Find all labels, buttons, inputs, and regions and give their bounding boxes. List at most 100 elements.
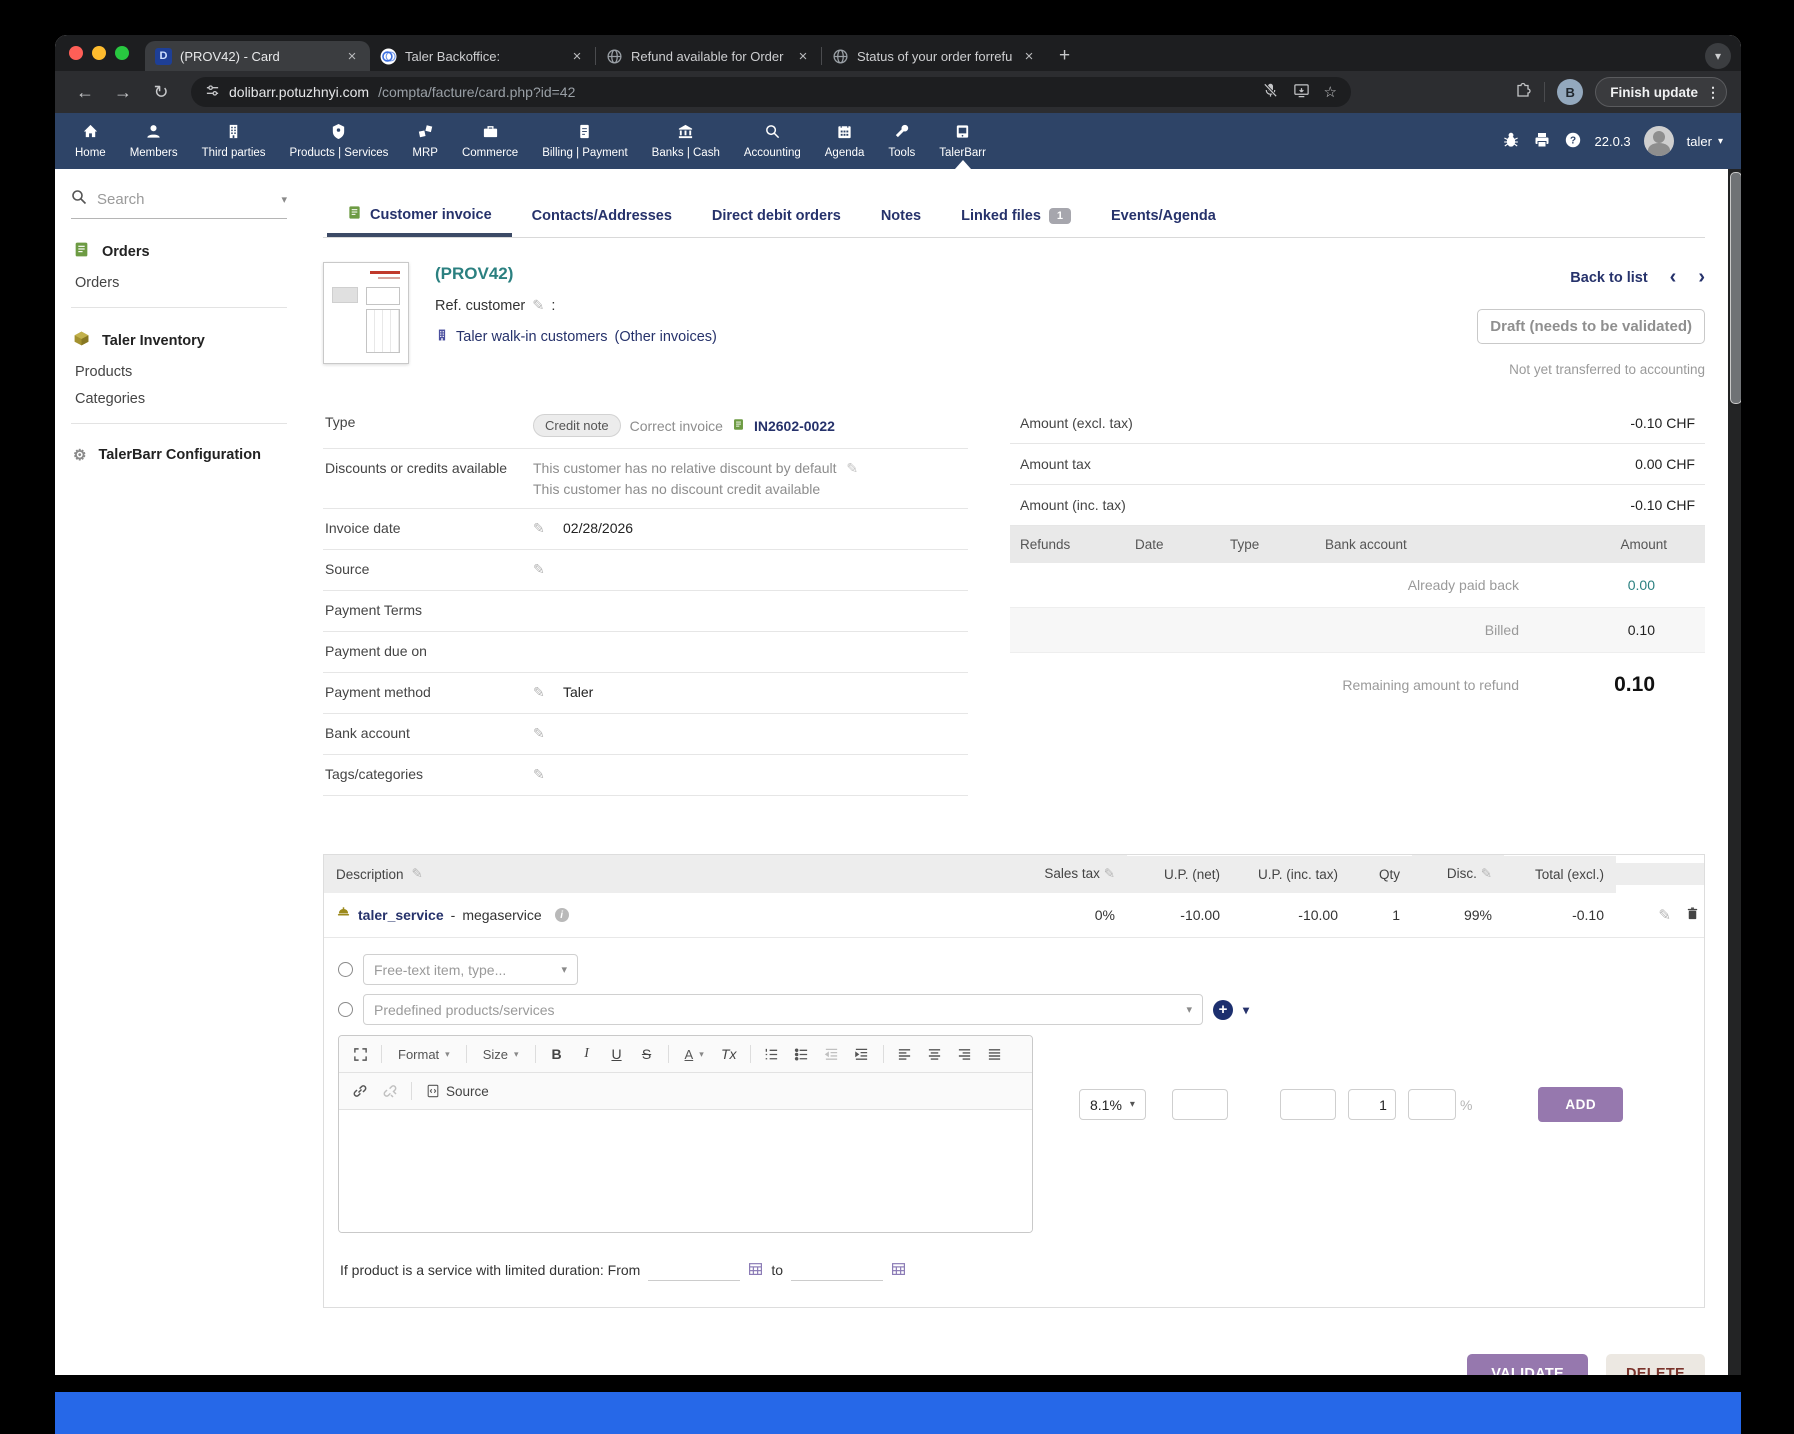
edit-pencil-icon[interactable]: ✎ [533, 684, 563, 701]
justify-icon[interactable] [982, 1042, 1008, 1066]
page-scrollbar[interactable] [1728, 169, 1741, 1375]
back-button[interactable]: ← [69, 77, 101, 107]
edit-line-icon[interactable]: ✎ [1658, 906, 1671, 924]
indent-icon[interactable] [849, 1042, 875, 1066]
user-menu[interactable]: taler ▾ [1687, 134, 1723, 149]
nav-item-third-parties[interactable]: Third parties [190, 113, 278, 169]
address-bar[interactable]: dolibarr.potuzhnyi.com/compta/facture/ca… [191, 77, 1351, 107]
bug-icon[interactable] [1502, 131, 1520, 152]
new-tab-button[interactable]: + [1047, 41, 1082, 71]
tab-events-agenda[interactable]: Events/Agenda [1091, 198, 1236, 237]
site-settings-icon[interactable] [205, 83, 220, 101]
bullet-list-icon[interactable] [789, 1042, 815, 1066]
browser-tab-2[interactable]: Taler Backoffice: × [370, 41, 595, 71]
sidebar-search[interactable]: ▾ [71, 189, 287, 219]
edit-pencil-icon[interactable]: ✎ [1104, 866, 1115, 881]
close-tab-icon[interactable]: × [1021, 48, 1037, 65]
description-textarea[interactable] [339, 1110, 1032, 1232]
duration-to-input[interactable] [791, 1259, 883, 1281]
remove-format-button[interactable]: Tx [716, 1042, 742, 1066]
discount-input[interactable] [1408, 1089, 1456, 1120]
nav-item-accounting[interactable]: Accounting [732, 113, 813, 169]
delete-button[interactable]: DELETE [1606, 1354, 1705, 1375]
source-button[interactable]: Source [420, 1084, 495, 1099]
format-select[interactable]: Format ▾ [390, 1042, 458, 1066]
calendar-small-icon[interactable] [891, 1261, 906, 1279]
free-text-radio[interactable] [338, 962, 353, 977]
add-product-icon[interactable]: + [1213, 1000, 1233, 1020]
nav-item-tools[interactable]: Tools [876, 113, 927, 169]
tab-contacts-addresses[interactable]: Contacts/Addresses [512, 198, 692, 237]
prev-record-icon[interactable]: ‹ [1670, 266, 1677, 289]
tab-direct-debit-orders[interactable]: Direct debit orders [692, 198, 861, 237]
search-input[interactable] [97, 191, 271, 208]
user-avatar[interactable] [1644, 126, 1674, 156]
install-app-icon[interactable] [1293, 82, 1310, 102]
unlink-icon[interactable] [377, 1079, 403, 1103]
corrected-invoice-link[interactable]: IN2602-0022 [754, 418, 835, 434]
close-tab-icon[interactable]: × [569, 48, 585, 65]
close-tab-icon[interactable]: × [344, 48, 360, 65]
align-left-icon[interactable] [892, 1042, 918, 1066]
edit-pencil-icon[interactable]: ✎ [533, 520, 563, 537]
back-to-list-link[interactable]: Back to list [1570, 270, 1647, 286]
profile-avatar[interactable]: B [1557, 79, 1583, 105]
invoice-thumbnail[interactable] [323, 262, 409, 364]
product-link[interactable]: taler_service [358, 907, 444, 923]
nav-item-agenda[interactable]: Agenda [813, 113, 877, 169]
customer-link[interactable]: Taler walk-in customers [456, 329, 608, 345]
edit-pencil-icon[interactable]: ✎ [532, 298, 544, 314]
up-net-input[interactable] [1172, 1089, 1228, 1120]
edit-pencil-icon[interactable]: ✎ [846, 460, 858, 476]
nav-item-billing-payment[interactable]: Billing | Payment [530, 113, 639, 169]
scrollbar-thumb[interactable] [1730, 172, 1741, 404]
chevron-down-icon[interactable]: ▾ [1243, 1003, 1249, 1017]
tab-notes[interactable]: Notes [861, 198, 941, 237]
italic-button[interactable]: I [574, 1042, 600, 1066]
text-color-button[interactable]: A ▾ [677, 1042, 712, 1066]
nav-item-banks-cash[interactable]: Banks | Cash [640, 113, 732, 169]
browser-tab-3[interactable]: Refund available for Order to × [596, 41, 821, 71]
bookmark-star-icon[interactable]: ☆ [1324, 83, 1337, 101]
duration-from-input[interactable] [648, 1259, 740, 1281]
info-icon[interactable]: i [555, 908, 569, 922]
edit-pencil-icon[interactable]: ✎ [533, 766, 563, 783]
nav-item-home[interactable]: Home [63, 113, 118, 169]
size-select[interactable]: Size ▾ [475, 1042, 527, 1066]
edit-pencil-icon[interactable]: ✎ [533, 725, 563, 742]
nav-item-members[interactable]: Members [118, 113, 190, 169]
chevron-down-icon[interactable]: ▾ [281, 193, 287, 206]
align-center-icon[interactable] [922, 1042, 948, 1066]
browser-tab-1[interactable]: D (PROV42) - Card × [145, 41, 370, 71]
nav-item-commerce[interactable]: Commerce [450, 113, 530, 169]
tab-search-button[interactable]: ▾ [1705, 41, 1731, 71]
tab-linked-files[interactable]: Linked files 1 [941, 198, 1091, 237]
already-paid-value[interactable]: 0.00 [1545, 577, 1695, 593]
align-right-icon[interactable] [952, 1042, 978, 1066]
underline-button[interactable]: U [604, 1042, 630, 1066]
mic-off-icon[interactable] [1262, 82, 1279, 102]
close-tab-icon[interactable]: × [795, 48, 811, 65]
free-text-type-select[interactable]: Free-text item, type... ▾ [363, 954, 578, 985]
close-window-button[interactable] [69, 46, 83, 60]
nav-item-mrp[interactable]: MRP [400, 113, 450, 169]
other-invoices-link[interactable]: (Other invoices) [615, 329, 717, 345]
help-icon[interactable]: ? [1564, 131, 1582, 152]
edit-pencil-icon[interactable]: ✎ [412, 866, 423, 882]
reload-button[interactable]: ↻ [145, 77, 177, 107]
maximize-window-button[interactable] [115, 46, 129, 60]
strikethrough-button[interactable]: S [634, 1042, 660, 1066]
forward-button[interactable]: → [107, 77, 139, 107]
next-record-icon[interactable]: › [1698, 266, 1705, 289]
numbered-list-icon[interactable] [759, 1042, 785, 1066]
delete-line-icon[interactable] [1685, 906, 1700, 924]
add-line-button[interactable]: ADD [1538, 1087, 1623, 1122]
calendar-small-icon[interactable] [748, 1261, 763, 1279]
bold-button[interactable]: B [544, 1042, 570, 1066]
validate-button[interactable]: VALIDATE [1467, 1354, 1588, 1375]
qty-input[interactable] [1348, 1089, 1396, 1120]
browser-menu-icon[interactable]: ⋮ [1706, 84, 1720, 101]
vat-rate-select[interactable]: 8.1% ▾ [1079, 1089, 1146, 1120]
sidebar-item-products[interactable]: Products [73, 355, 285, 382]
nav-item-talerbarr[interactable]: TalerBarr [927, 113, 998, 169]
